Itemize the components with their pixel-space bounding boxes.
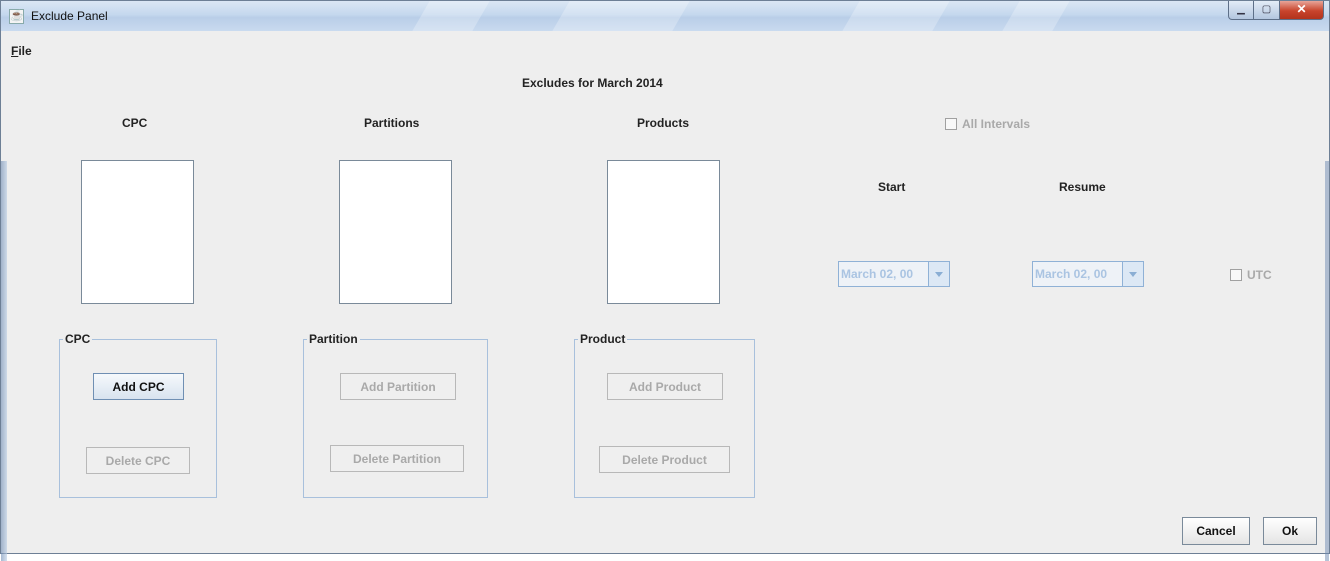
product-group: Product Add Product Delete Product <box>574 332 755 498</box>
cpc-group-title: CPC <box>63 332 93 346</box>
checkbox-box[interactable] <box>1230 269 1242 281</box>
checkbox-box[interactable] <box>945 118 957 130</box>
exclude-panel-window: ☕ Exclude Panel ▁ ▢ ✕ File Excludes for … <box>0 0 1330 561</box>
partition-group: Partition Add Partition Delete Partition <box>303 332 488 498</box>
window-controls: ▁ ▢ ✕ <box>1228 1 1324 21</box>
menu-file[interactable]: File <box>11 44 32 58</box>
all-intervals-checkbox[interactable]: All Intervals <box>945 117 1030 131</box>
left-edge-accent <box>1 161 7 561</box>
products-list[interactable] <box>607 160 720 304</box>
partitions-list[interactable] <box>339 160 452 304</box>
java-coffee-icon: ☕ <box>9 9 24 24</box>
ok-button[interactable]: Ok <box>1263 517 1317 545</box>
window-title: Exclude Panel <box>31 9 108 23</box>
cpc-group: CPC Add CPC Delete CPC <box>59 332 217 498</box>
chevron-down-icon[interactable] <box>1122 262 1143 286</box>
cancel-button[interactable]: Cancel <box>1182 517 1250 545</box>
start-date-combo[interactable]: March 02, 00 <box>838 261 950 287</box>
maximize-button[interactable]: ▢ <box>1254 1 1280 20</box>
resume-date-value: March 02, 00 <box>1035 267 1108 281</box>
chevron-down-icon[interactable] <box>928 262 949 286</box>
minimize-button[interactable]: ▁ <box>1228 1 1254 20</box>
start-date-value: March 02, 00 <box>841 267 914 281</box>
partition-group-title: Partition <box>307 332 360 346</box>
utc-checkbox[interactable]: UTC <box>1230 268 1272 282</box>
delete-partition-button[interactable]: Delete Partition <box>330 445 464 472</box>
add-product-button[interactable]: Add Product <box>607 373 723 400</box>
cpc-list[interactable] <box>81 160 194 304</box>
product-group-title: Product <box>578 332 628 346</box>
right-edge-accent <box>1325 161 1329 561</box>
close-button[interactable]: ✕ <box>1280 1 1324 20</box>
title-bar[interactable]: ☕ Exclude Panel ▁ ▢ ✕ <box>1 1 1329 31</box>
add-cpc-button[interactable]: Add CPC <box>93 373 184 400</box>
resume-date-combo[interactable]: March 02, 00 <box>1032 261 1144 287</box>
products-column-label: Products <box>637 116 690 130</box>
delete-cpc-button[interactable]: Delete CPC <box>86 447 190 474</box>
cpc-column-label: CPC <box>122 116 148 130</box>
partitions-column-label: Partitions <box>364 116 420 130</box>
delete-product-button[interactable]: Delete Product <box>599 446 730 473</box>
add-partition-button[interactable]: Add Partition <box>340 373 456 400</box>
panel-title: Excludes for March 2014 <box>522 76 663 90</box>
start-label: Start <box>878 180 906 194</box>
menu-bar: File <box>1 43 1329 63</box>
resume-label: Resume <box>1059 180 1106 194</box>
